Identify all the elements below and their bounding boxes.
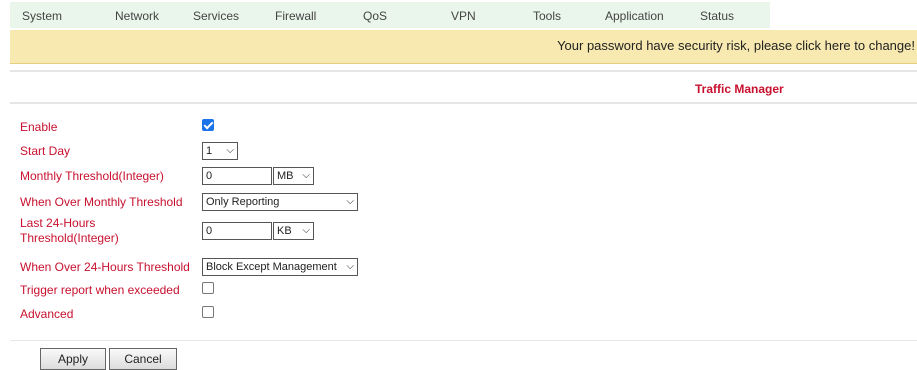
apply-button[interactable]: Apply bbox=[40, 348, 106, 370]
monthly-threshold-label: Monthly Threshold(Integer) bbox=[20, 169, 164, 183]
last24-unit-value: KB bbox=[277, 225, 292, 237]
menu-services[interactable]: Services bbox=[193, 9, 239, 23]
over-24h-value: Block Except Management bbox=[206, 261, 337, 273]
menu-network[interactable]: Network bbox=[115, 9, 159, 23]
menu-system[interactable]: System bbox=[22, 9, 62, 23]
over-24h-label: When Over 24-Hours Threshold bbox=[20, 260, 190, 274]
start-day-value: 1 bbox=[206, 145, 213, 157]
over-monthly-select[interactable]: Only Reporting ⌵ bbox=[202, 193, 358, 211]
enable-checkbox[interactable] bbox=[202, 119, 214, 131]
enable-label: Enable bbox=[20, 120, 58, 134]
advanced-label: Advanced bbox=[20, 307, 74, 321]
divider bbox=[10, 102, 917, 104]
monthly-unit-select[interactable]: MB ⌵ bbox=[273, 167, 314, 185]
security-warning-banner: Your password have security risk, please… bbox=[10, 30, 917, 64]
over-24h-select[interactable]: Block Except Management ⌵ bbox=[202, 258, 358, 276]
chevron-down-icon: ⌵ bbox=[302, 170, 310, 181]
monthly-unit-value: MB bbox=[277, 170, 294, 182]
advanced-checkbox[interactable] bbox=[202, 306, 214, 318]
main-menu: System Network Services Firewall QoS VPN… bbox=[10, 2, 770, 28]
last24-unit-select[interactable]: KB ⌵ bbox=[273, 222, 314, 240]
chevron-down-icon: ⌵ bbox=[226, 145, 234, 156]
last24-threshold-input[interactable]: 0 bbox=[202, 222, 272, 240]
trigger-report-checkbox[interactable] bbox=[202, 282, 214, 294]
menu-vpn[interactable]: VPN bbox=[451, 9, 476, 23]
divider bbox=[10, 340, 917, 341]
last24-label-line1: Last 24-Hours bbox=[20, 216, 96, 230]
start-day-select[interactable]: 1 ⌵ bbox=[202, 142, 238, 160]
menu-qos[interactable]: QoS bbox=[363, 9, 387, 23]
chevron-down-icon: ⌵ bbox=[302, 225, 310, 236]
last24-label-line2: Threshold(Integer) bbox=[20, 231, 119, 245]
cancel-button[interactable]: Cancel bbox=[109, 348, 177, 370]
change-password-link[interactable]: Your password have security risk, please… bbox=[557, 38, 915, 53]
start-day-label: Start Day bbox=[20, 144, 71, 158]
menu-application[interactable]: Application bbox=[605, 9, 664, 23]
menu-tools[interactable]: Tools bbox=[533, 9, 561, 23]
monthly-threshold-input[interactable]: 0 bbox=[202, 167, 272, 185]
page-title: Traffic Manager bbox=[695, 82, 784, 96]
menu-firewall[interactable]: Firewall bbox=[275, 9, 316, 23]
trigger-report-label: Trigger report when exceeded bbox=[20, 283, 180, 297]
over-monthly-label: When Over Monthly Threshold bbox=[20, 195, 183, 209]
chevron-down-icon: ⌵ bbox=[346, 196, 354, 207]
divider bbox=[10, 70, 917, 72]
menu-status[interactable]: Status bbox=[700, 9, 734, 23]
over-monthly-value: Only Reporting bbox=[206, 196, 280, 208]
chevron-down-icon: ⌵ bbox=[346, 261, 354, 272]
